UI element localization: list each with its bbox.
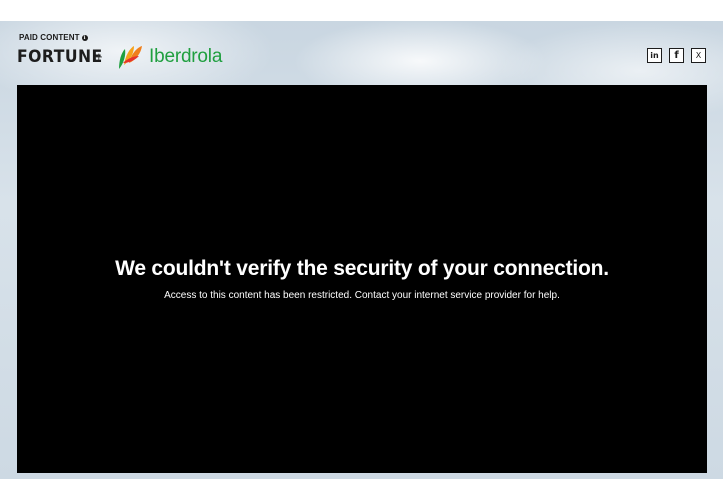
error-message: Access to this content has been restrict… (164, 290, 560, 301)
facebook-share-button[interactable]: f (669, 48, 684, 63)
paid-content-text: PAID CONTENT (19, 33, 80, 42)
fortune-logo[interactable]: FORTUNE (17, 47, 103, 67)
paid-content-label: PAID CONTENT i (19, 33, 88, 42)
video-player[interactable]: We couldn't verify the security of your … (17, 85, 707, 473)
partnership-plus: + (95, 49, 103, 64)
top-strip (0, 0, 723, 21)
info-icon[interactable]: i (81, 34, 88, 41)
facebook-icon: f (674, 50, 679, 61)
iberdrola-leaves-icon (119, 46, 142, 69)
iberdrola-logo[interactable]: Iberdrola (115, 43, 222, 71)
iberdrola-wordmark: Iberdrola (149, 46, 223, 67)
share-buttons: in f X (647, 48, 706, 63)
error-title: We couldn't verify the security of your … (115, 257, 609, 280)
linkedin-icon: in (650, 51, 659, 60)
x-share-button[interactable]: X (691, 48, 706, 63)
linkedin-share-button[interactable]: in (647, 48, 662, 63)
x-icon: X (695, 51, 702, 60)
